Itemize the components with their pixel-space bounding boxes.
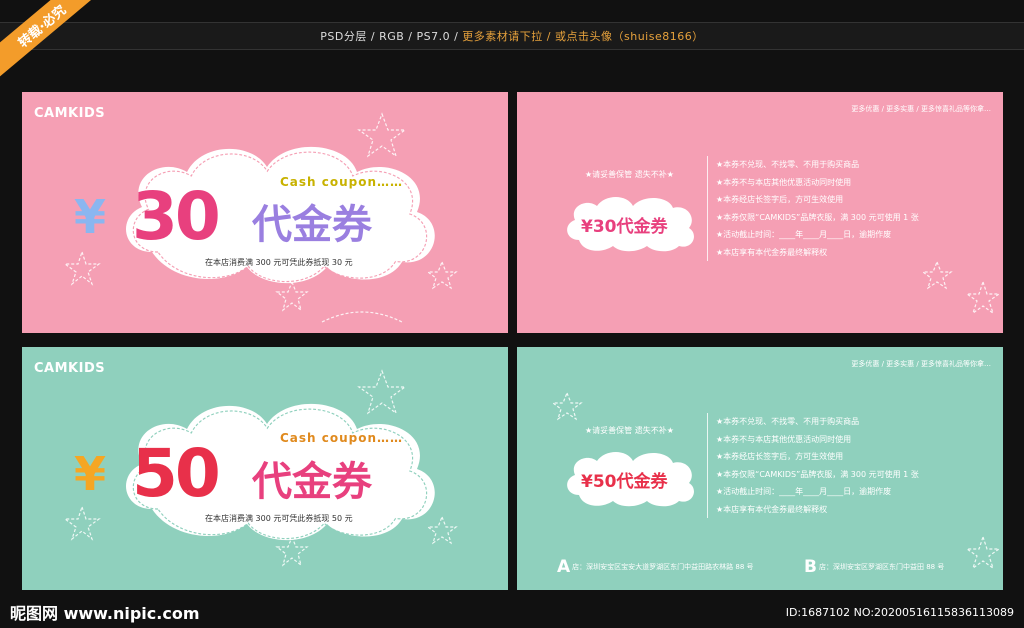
coupon-title: 代金券 [252, 202, 372, 248]
footer-bar: 昵图网 www.nipic.com ID:1687102 NO:20200516… [0, 596, 1024, 628]
coupon-title: 代金券 [252, 459, 372, 505]
rule-item: ★本券不与本店其他优惠活动同时使用 [716, 177, 852, 187]
amount-30: 30 [132, 178, 221, 255]
rule-item: ★本券不与本店其他优惠活动同时使用 [716, 434, 852, 444]
promo-links: 更多优惠 / 更多实惠 / 更多惊喜礼品等你拿… [851, 105, 991, 113]
top-info-bar: PSD分层 / RGB / PS7.0 / 更多素材请下拉 / 或点击头像（sh… [0, 22, 1024, 50]
store-b-text: 店：深圳安宝区罗湖区东门中益田 88 号 [818, 563, 945, 571]
nipic-logo[interactable]: 昵图网 www.nipic.com [10, 600, 200, 624]
store-a-text: 店：深圳安宝区宝安大道罗湖区东门中益田路农林路 88 号 [572, 563, 754, 571]
mini-coupon-title: ¥30代金券 [581, 217, 668, 237]
specs-text: PSD分层 / RGB / PS7.0 / [320, 30, 459, 43]
rule-item: ★本券不兑现、不找零、不用于购买商品 [716, 417, 860, 426]
keep-notice: ★请妥善保管 遗失不补★ [585, 426, 674, 435]
store-a-address: A 店：深圳安宝区宝安大道罗湖区东门中益田路农林路 88 号 [557, 557, 754, 577]
mini-coupon-title: ¥50代金券 [581, 472, 668, 492]
amount-50: 50 [132, 435, 221, 512]
coupon-note: 在本店消费满 300 元可凭此券抵现 30 元 [205, 258, 353, 267]
rule-item: ★本券仅限“CAMKIDS”品牌衣服，满 300 元可使用 1 张 [716, 469, 919, 479]
store-b-address: B 店：深圳安宝区罗湖区东门中益田 88 号 [804, 557, 944, 577]
rule-item: ★本券经店长签字后，方可生效使用 [716, 195, 844, 204]
rule-item: ★本店享有本代金券最终解释权 [716, 504, 828, 514]
rule-item: ★本券仅限“CAMKIDS”品牌衣服，满 300 元可使用 1 张 [716, 212, 919, 222]
cash-coupon-label: Cash coupon…… [280, 431, 404, 445]
keep-notice: ★请妥善保管 遗失不补★ [585, 170, 674, 179]
coupon-back-30: 更多优惠 / 更多实惠 / 更多惊喜礼品等你拿… ★请妥善保管 遗失不补★ ¥3… [517, 92, 1003, 333]
rule-item: ★本店享有本代金券最终解释权 [716, 247, 828, 257]
coupon-note: 在本店消费满 300 元可凭此券抵现 50 元 [205, 514, 353, 523]
image-id: ID:1687102 NO:20200516115836113089 [785, 605, 1014, 619]
rule-item: ★本券不兑现、不找零、不用于购买商品 [716, 160, 860, 169]
store-a-letter: A [557, 557, 571, 577]
more-materials-link[interactable]: 更多素材请下拉 / 或点击头像（shuise8166） [462, 28, 703, 44]
promo-links: 更多优惠 / 更多实惠 / 更多惊喜礼品等你拿… [851, 360, 991, 368]
coupon-back-50: 更多优惠 / 更多实惠 / 更多惊喜礼品等你拿… ★请妥善保管 遗失不补★ ¥5… [517, 347, 1003, 590]
coupon-front-50: CAMKIDS Cash coupon…… ¥ 50 代金券 在本店消费满 30… [22, 347, 508, 590]
rules-list: ★本券不兑现、不找零、不用于购买商品 ★本券不与本店其他优惠活动同时使用 ★本券… [707, 413, 919, 518]
coupon-front-30: CAMKIDS Cash coupon…… ¥ 30 代金券 在本店消费满 30… [22, 92, 508, 333]
rule-item: ★活动截止时间：____年____月____日，逾期作废 [716, 230, 892, 239]
brand-logo: CAMKIDS [34, 106, 106, 121]
rules-list: ★本券不兑现、不找零、不用于购买商品 ★本券不与本店其他优惠活动同时使用 ★本券… [707, 156, 919, 261]
cash-coupon-label: Cash coupon…… [280, 175, 404, 189]
store-b-letter: B [804, 557, 817, 577]
rule-item: ★本券经店长签字后，方可生效使用 [716, 452, 844, 461]
rule-item: ★活动截止时间：____年____月____日，逾期作废 [716, 487, 892, 496]
brand-logo: CAMKIDS [34, 361, 106, 376]
yen-symbol: ¥ [74, 447, 107, 501]
yen-symbol: ¥ [74, 190, 107, 244]
